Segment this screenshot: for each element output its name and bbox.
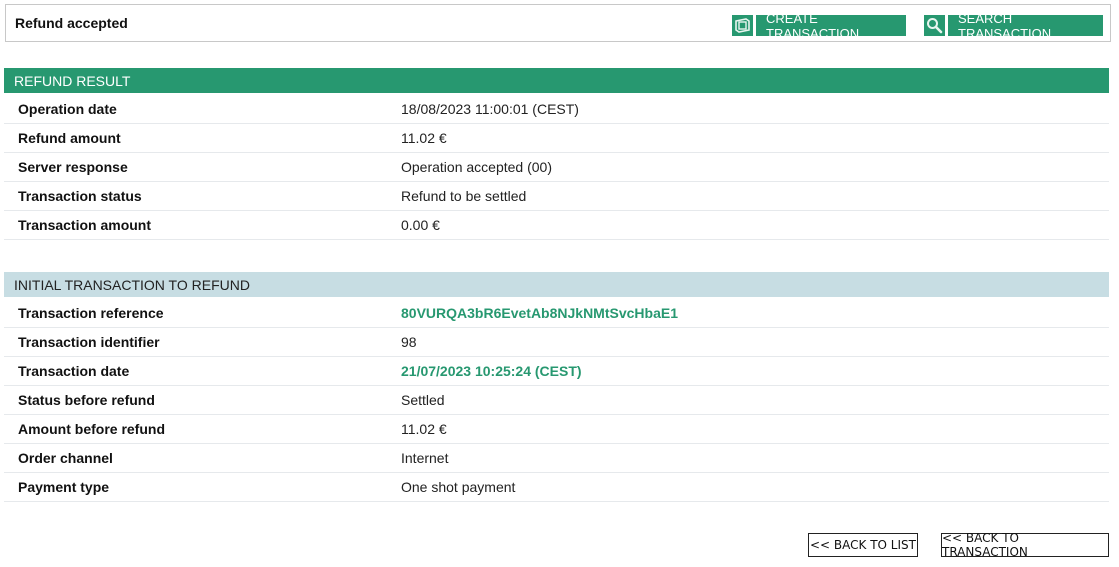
row-value: 98 bbox=[401, 334, 417, 350]
initial-transaction-table: Transaction reference 80VURQA3bR6EvetAb8… bbox=[4, 299, 1109, 502]
row-label: Refund amount bbox=[18, 130, 121, 146]
row-value: 11.02 € bbox=[401, 130, 447, 146]
row-label: Order channel bbox=[18, 450, 113, 466]
row-value: Operation accepted (00) bbox=[401, 159, 552, 175]
operation-date-row: Operation date 18/08/2023 11:00:01 (CEST… bbox=[4, 95, 1109, 124]
transaction-identifier-row: Transaction identifier 98 bbox=[4, 328, 1109, 357]
order-channel-row: Order channel Internet bbox=[4, 444, 1109, 473]
row-label: Status before refund bbox=[18, 392, 155, 408]
row-label: Server response bbox=[18, 159, 128, 175]
row-value: 0.00 € bbox=[401, 217, 440, 233]
transaction-amount-row: Transaction amount 0.00 € bbox=[4, 211, 1109, 240]
refund-amount-row: Refund amount 11.02 € bbox=[4, 124, 1109, 153]
row-label: Transaction date bbox=[18, 363, 130, 379]
row-value: 11.02 € bbox=[401, 421, 447, 437]
transaction-reference-row: Transaction reference 80VURQA3bR6EvetAb8… bbox=[4, 299, 1109, 328]
page-title: Refund accepted bbox=[15, 15, 128, 31]
back-to-list-button[interactable]: << BACK TO LIST bbox=[808, 533, 918, 557]
payment-type-row: Payment type One shot payment bbox=[4, 473, 1109, 502]
row-value: Internet bbox=[401, 450, 449, 466]
row-value: Settled bbox=[401, 392, 445, 408]
create-transaction-label: CREATE TRANSACTION bbox=[756, 11, 906, 41]
row-label: Transaction status bbox=[18, 188, 142, 204]
status-before-refund-row: Status before refund Settled bbox=[4, 386, 1109, 415]
money-icon bbox=[732, 15, 753, 36]
row-label: Transaction amount bbox=[18, 217, 152, 233]
row-label: Amount before refund bbox=[18, 421, 165, 437]
transaction-date-link[interactable]: 21/07/2023 10:25:24 (CEST) bbox=[401, 363, 582, 379]
refund-result-table: Operation date 18/08/2023 11:00:01 (CEST… bbox=[4, 95, 1109, 240]
search-transaction-label: SEARCH TRANSACTION bbox=[948, 11, 1103, 41]
initial-transaction-header: INITIAL TRANSACTION TO REFUND bbox=[4, 272, 1109, 297]
page-header: Refund accepted CREATE TRANSACTION SEARC… bbox=[5, 4, 1111, 42]
transaction-status-row: Transaction status Refund to be settled bbox=[4, 182, 1109, 211]
server-response-row: Server response Operation accepted (00) bbox=[4, 153, 1109, 182]
row-value: One shot payment bbox=[401, 479, 516, 495]
row-label: Payment type bbox=[18, 479, 110, 495]
row-label: Transaction identifier bbox=[18, 334, 160, 350]
row-label: Transaction reference bbox=[18, 305, 164, 321]
back-to-transaction-button[interactable]: << BACK TO TRANSACTION bbox=[941, 531, 1109, 559]
refund-result-header: REFUND RESULT bbox=[4, 68, 1109, 93]
transaction-date-row: Transaction date 21/07/2023 10:25:24 (CE… bbox=[4, 357, 1109, 386]
search-transaction-button[interactable]: SEARCH TRANSACTION bbox=[924, 11, 1103, 41]
transaction-reference-link[interactable]: 80VURQA3bR6EvetAb8NJkNMtSvcHbaE1 bbox=[401, 305, 678, 321]
row-value: 18/08/2023 11:00:01 (CEST) bbox=[401, 101, 579, 117]
row-value: Refund to be settled bbox=[401, 188, 527, 204]
search-icon bbox=[924, 15, 945, 36]
amount-before-refund-row: Amount before refund 11.02 € bbox=[4, 415, 1109, 444]
row-label: Operation date bbox=[18, 101, 117, 117]
create-transaction-button[interactable]: CREATE TRANSACTION bbox=[732, 11, 906, 41]
